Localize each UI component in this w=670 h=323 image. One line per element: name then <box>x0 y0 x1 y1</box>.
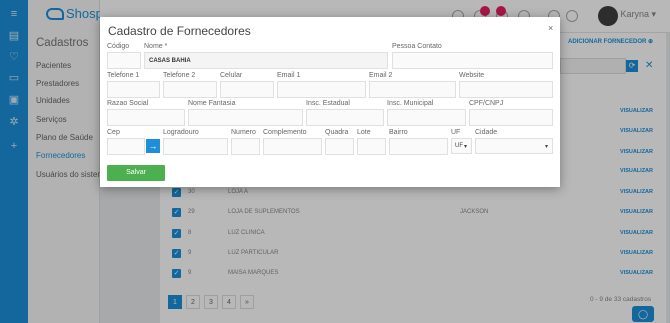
uf-select[interactable]: UF ▾ <box>451 138 472 154</box>
email2-field[interactable] <box>369 81 456 98</box>
nome-field[interactable]: CASAS BAHIA <box>144 52 388 69</box>
telefone1-field[interactable] <box>107 81 160 98</box>
pessoa-contato-label: Pessoa Contato <box>392 43 442 50</box>
lote-label: Lote <box>357 129 371 136</box>
razao-social-label: Razao Social <box>107 100 149 107</box>
telefone2-label: Telefone 2 <box>163 72 196 79</box>
telefone2-field[interactable] <box>163 81 217 98</box>
codigo-field[interactable] <box>107 52 141 69</box>
cidade-select[interactable]: ▾ <box>475 138 553 154</box>
chevron-down-icon: ▾ <box>463 144 467 150</box>
nome-label: Nome * <box>144 43 168 50</box>
email1-field[interactable] <box>277 81 366 98</box>
uf-select-value: UF <box>455 143 463 149</box>
nome-fantasia-field[interactable] <box>188 109 303 126</box>
cep-label: Cep <box>107 129 120 136</box>
cpf-cnpj-field[interactable] <box>469 109 553 126</box>
insc-municipal-label: Insc. Municipal <box>387 100 434 107</box>
modal-title: Cadastro de Fornecedores <box>108 24 251 38</box>
cep-field[interactable] <box>107 138 145 155</box>
nome-fantasia-label: Nome Fantasia <box>188 100 236 107</box>
bairro-field[interactable] <box>389 138 448 155</box>
save-button[interactable]: Salvar <box>107 165 165 181</box>
bairro-label: Bairro <box>389 129 408 136</box>
supplier-modal: Cadastro de Fornecedores × Código Nome *… <box>100 17 560 187</box>
insc-estadual-field[interactable] <box>306 109 384 126</box>
email2-label: Email 2 <box>369 72 393 79</box>
quadra-label: Quadra <box>325 129 349 136</box>
insc-municipal-field[interactable] <box>387 109 466 126</box>
lote-field[interactable] <box>357 138 386 155</box>
telefone1-label: Telefone 1 <box>107 72 140 79</box>
logradouro-label: Logradouro <box>163 129 199 136</box>
cep-lookup-button[interactable]: → <box>146 139 160 153</box>
website-field[interactable] <box>459 81 553 98</box>
codigo-label: Código <box>107 43 130 50</box>
chevron-down-icon: ▾ <box>544 144 548 150</box>
insc-estadual-label: Insc. Estadual <box>306 100 350 107</box>
uf-label: UF <box>451 129 461 136</box>
numero-field[interactable] <box>231 138 260 155</box>
cpf-cnpj-label: CPF/CNPJ <box>469 100 504 107</box>
quadra-field[interactable] <box>325 138 354 155</box>
pessoa-contato-field[interactable] <box>392 52 553 69</box>
cidade-label: Cidade <box>475 129 498 136</box>
complemento-label: Complemento <box>263 129 307 136</box>
complemento-field[interactable] <box>263 138 322 155</box>
close-icon[interactable]: × <box>548 23 553 33</box>
celular-field[interactable] <box>220 81 274 98</box>
numero-label: Numero <box>231 129 256 136</box>
website-label: Website <box>459 72 485 79</box>
razao-social-field[interactable] <box>107 109 185 126</box>
logradouro-field[interactable] <box>163 138 228 155</box>
celular-label: Celular <box>220 72 243 79</box>
email1-label: Email 1 <box>277 72 301 79</box>
